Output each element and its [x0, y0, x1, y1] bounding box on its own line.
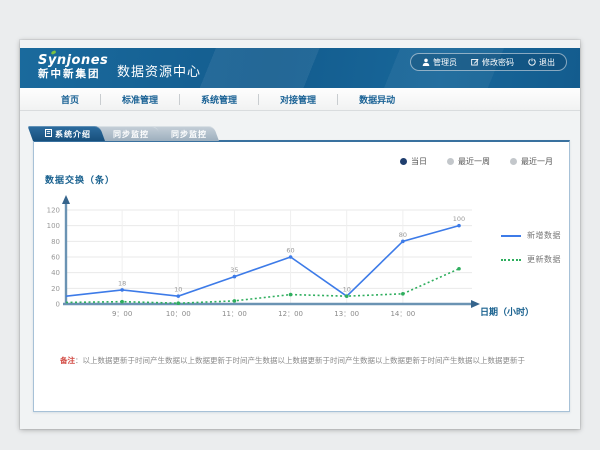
y-axis-title: 数据交换（条） [45, 173, 115, 186]
solid-line-sample-icon [501, 235, 521, 237]
legend-item-update-data[interactable]: 更新数据 [501, 254, 561, 265]
svg-text:40: 40 [51, 269, 60, 277]
nav-item-interface-management[interactable]: 对接管理 [259, 93, 337, 106]
tab-bar: 系统介绍 同步监控 同步监控 [33, 126, 210, 141]
user-toolbar: 管理员 修改密码 退出 [410, 53, 567, 71]
svg-text:80: 80 [399, 231, 407, 239]
x-axis-tick-labels: 9：00 10：00 11：00 12：00 13：00 14：00 [112, 310, 415, 318]
document-icon [45, 127, 52, 142]
tab-label: 同步监控 [155, 127, 217, 142]
radio-dot-icon [510, 158, 517, 165]
radio-today[interactable]: 当日 [400, 156, 427, 167]
svg-text:10：00: 10：00 [166, 310, 191, 318]
series-legend: 新增数据 更新数据 [501, 230, 561, 265]
footnote-label: 备注 [60, 356, 75, 365]
footnote-separator: ： [75, 356, 83, 365]
svg-text:13：00: 13：00 [334, 310, 359, 318]
tab-label: 系统介绍 [55, 127, 91, 142]
svg-text:18: 18 [118, 279, 126, 287]
time-range-filter: 当日 最近一周 最近一月 [400, 156, 553, 167]
radio-dot-icon [400, 158, 407, 165]
admin-user-label: 管理员 [433, 57, 457, 68]
radio-today-label: 当日 [411, 156, 427, 167]
logout-label: 退出 [539, 57, 555, 68]
logo-subtext: 新中新集团 [38, 68, 108, 81]
svg-text:60: 60 [51, 254, 60, 262]
radio-last-week-label: 最近一周 [458, 156, 490, 167]
svg-text:0: 0 [56, 301, 60, 309]
x-axis-title: 日期（小时） [480, 305, 534, 318]
svg-text:20: 20 [51, 285, 60, 293]
screenshot-stage: Synjones 新中新集团 数据资源中心 管理员 修改密码 [0, 0, 600, 450]
svg-text:9：00: 9：00 [112, 310, 132, 318]
svg-text:120: 120 [47, 207, 60, 215]
line-chart: 0 20 40 60 80 100 120 9：00 10：00 11：00 12：00 13：00 1… [39, 194, 481, 327]
app-window: Synjones 新中新集团 数据资源中心 管理员 修改密码 [20, 40, 580, 429]
footnote-text: 以上数据更新于时间产生数据以上数据更新于时间产生数据以上数据更新于时间产生数据以… [83, 356, 526, 365]
change-password-button[interactable]: 修改密码 [471, 57, 514, 68]
change-password-label: 修改密码 [482, 57, 514, 68]
svg-text:14：00: 14：00 [390, 310, 415, 318]
tab-label: 同步监控 [99, 127, 159, 142]
power-icon [528, 58, 536, 66]
svg-text:12：00: 12：00 [278, 310, 303, 318]
legend-item-new-data[interactable]: 新增数据 [501, 230, 561, 241]
main-nav: 首页 标准管理 系统管理 对接管理 数据异动 [20, 88, 580, 111]
radio-last-week[interactable]: 最近一周 [447, 156, 490, 167]
chart-panel: 当日 最近一周 最近一月 数据交换（条） 0 20 40 60 80 100 120 9：00… [33, 140, 570, 412]
footnote: 备注：以上数据更新于时间产生数据以上数据更新于时间产生数据以上数据更新于时间产生… [60, 355, 560, 366]
tab-system-intro[interactable]: 系统介绍 [33, 126, 105, 141]
app-header: Synjones 新中新集团 数据资源中心 管理员 修改密码 [20, 48, 580, 88]
svg-text:100: 100 [453, 215, 465, 223]
radio-last-month-label: 最近一月 [521, 156, 553, 167]
edit-icon [471, 58, 479, 66]
legend-label: 更新数据 [527, 254, 561, 265]
svg-text:10: 10 [343, 286, 351, 294]
logo-text: Synjones [38, 53, 108, 68]
y-axis-tick-labels: 0 20 40 60 80 100 120 [47, 207, 60, 309]
svg-text:35: 35 [230, 266, 238, 274]
radio-dot-icon [447, 158, 454, 165]
legend-label: 新增数据 [527, 230, 561, 241]
chart-axes [62, 195, 480, 308]
page-title: 数据资源中心 [117, 61, 201, 80]
admin-user-button[interactable]: 管理员 [422, 57, 457, 68]
dotted-line-sample-icon [501, 259, 521, 261]
company-logo: Synjones 新中新集团 [38, 53, 108, 81]
svg-text:10: 10 [174, 286, 182, 294]
logout-button[interactable]: 退出 [528, 57, 555, 68]
nav-item-home[interactable]: 首页 [40, 93, 100, 106]
nav-item-system-management[interactable]: 系统管理 [180, 93, 258, 106]
tab-sync-monitor-2[interactable]: 同步监控 [153, 126, 219, 141]
radio-last-month[interactable]: 最近一月 [510, 156, 553, 167]
user-icon [422, 58, 430, 66]
svg-text:60: 60 [286, 247, 294, 255]
svg-text:11：00: 11：00 [222, 310, 247, 318]
svg-text:80: 80 [51, 238, 60, 246]
nav-item-standard-management[interactable]: 标准管理 [101, 93, 179, 106]
svg-text:100: 100 [47, 222, 60, 230]
nav-item-data-change[interactable]: 数据异动 [338, 93, 416, 106]
tab-sync-monitor-1[interactable]: 同步监控 [96, 126, 162, 141]
